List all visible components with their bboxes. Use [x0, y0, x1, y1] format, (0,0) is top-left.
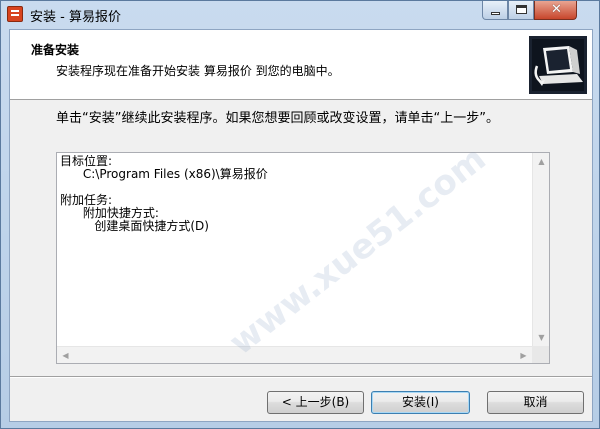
maximize-icon: [516, 5, 527, 14]
scroll-up-icon[interactable]: ▲: [533, 153, 550, 170]
scroll-left-icon[interactable]: ◀: [57, 347, 74, 364]
app-icon: [7, 6, 23, 22]
wizard-header: 准备安装 安装程序现在准备开始安装 算易报价 到您的电脑中。: [10, 30, 592, 100]
back-button[interactable]: < 上一步(B): [267, 391, 364, 414]
install-button[interactable]: 安装(I): [371, 391, 470, 414]
window-title: 安装 - 算易报价: [30, 10, 121, 25]
memo-line: [60, 181, 530, 194]
vertical-scrollbar[interactable]: ▲ ▼: [532, 153, 549, 346]
close-button[interactable]: ✕: [534, 1, 577, 20]
minimize-icon: [491, 12, 500, 15]
instruction-text: 单击“安装”继续此安装程序。如果您想要回顾或改变设置，请单击“上一步”。: [56, 111, 499, 126]
maximize-button[interactable]: [508, 1, 534, 20]
installer-window: 安装 - 算易报价 ✕ 准备安装 安装程序现在准备开始安装 算易报价 到您的电脑…: [0, 0, 600, 429]
scroll-right-icon[interactable]: ▶: [515, 347, 532, 364]
page-subtitle: 安装程序现在准备开始安装 算易报价 到您的电脑中。: [56, 64, 340, 78]
cancel-button[interactable]: 取消: [487, 391, 584, 414]
page-title: 准备安装: [31, 43, 80, 57]
computer-install-icon: [529, 36, 587, 94]
ready-memo[interactable]: 目标位置: C:\Program Files (x86)\算易报价 附加任务: 附…: [56, 152, 550, 364]
memo-line: 创建桌面快捷方式(D): [60, 219, 209, 233]
title-bar[interactable]: 安装 - 算易报价 ✕: [1, 1, 599, 29]
bevel-divider: [10, 376, 592, 378]
close-icon: ✕: [551, 2, 562, 17]
horizontal-scrollbar[interactable]: ◀ ▶: [57, 346, 532, 363]
memo-line: C:\Program Files (x86)\算易报价: [60, 167, 268, 181]
scroll-corner: [532, 346, 549, 363]
scroll-down-icon[interactable]: ▼: [533, 329, 550, 346]
wizard-page: 准备安装 安装程序现在准备开始安装 算易报价 到您的电脑中。 单击“安装”继续此…: [9, 29, 593, 422]
minimize-button[interactable]: [482, 1, 508, 20]
memo-content: 目标位置: C:\Program Files (x86)\算易报价 附加任务: 附…: [60, 155, 530, 345]
